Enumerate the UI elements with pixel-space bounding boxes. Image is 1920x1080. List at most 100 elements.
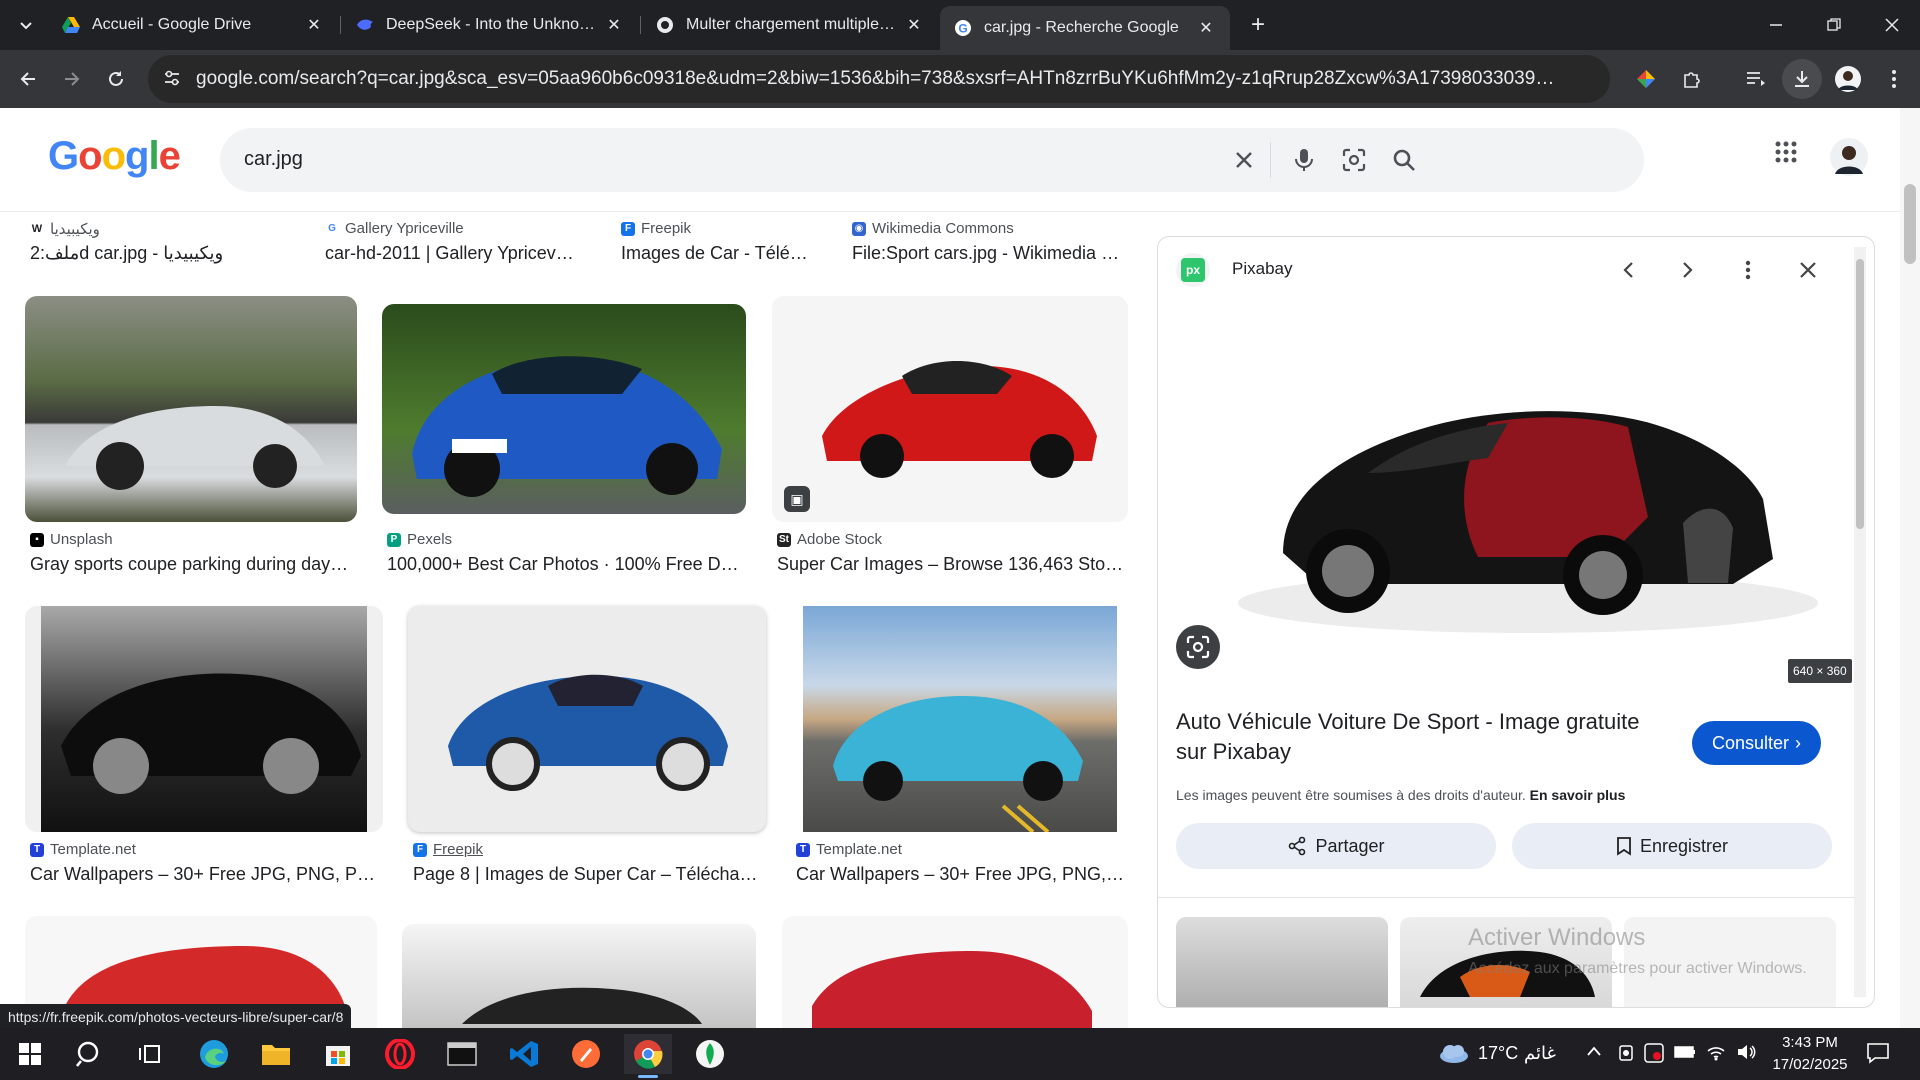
result-title[interactable]: Images de Car - Télé… [621,243,821,264]
share-button[interactable]: Partager [1176,823,1496,869]
result-title[interactable]: Gray sports coupe parking during day… [30,554,360,575]
apps-button[interactable] [1774,140,1798,169]
google-logo[interactable]: Google [48,134,181,179]
taskbar-mongodb[interactable] [686,1034,734,1074]
taskbar-search-button[interactable] [66,1034,114,1074]
result-source[interactable]: St Adobe Stock [777,531,882,548]
new-tab-button[interactable]: + [1238,5,1278,45]
taskbar-chrome[interactable] [624,1034,672,1078]
battery-icon[interactable] [1674,1045,1696,1064]
search-input[interactable]: car.jpg [244,148,303,171]
result-image-lamborghini[interactable]: ▣ [772,296,1128,522]
search-box[interactable]: car.jpg [220,128,1644,192]
weather-icon[interactable] [1438,1042,1470,1069]
forward-button[interactable] [52,59,92,99]
result-title[interactable]: 100,000+ Best Car Photos · 100% Free D… [387,554,744,575]
panel-title[interactable]: Auto Véhicule Voiture De Sport - Image g… [1176,707,1676,767]
page-scrollbar[interactable] [1900,108,1920,1028]
taskbar-store[interactable] [314,1034,362,1074]
lens-search-image-button[interactable] [1176,625,1220,669]
task-view-button[interactable] [126,1034,174,1074]
extension-color-button[interactable] [1626,59,1666,99]
related-image[interactable] [1176,917,1388,1007]
reload-button[interactable] [96,59,136,99]
media-controls-button[interactable] [1736,59,1776,99]
panel-scrollbar[interactable] [1854,247,1866,997]
result-image-mclaren[interactable] [25,296,357,522]
close-tab-icon[interactable]: ✕ [904,15,924,35]
extensions-button[interactable] [1672,59,1712,99]
clear-search-button[interactable] [1224,140,1264,180]
visit-button[interactable]: Consulter › [1692,721,1822,765]
result-title[interactable]: Super Car Images – Browse 136,463 Sto… [777,554,1127,575]
close-panel-button[interactable] [1788,250,1828,290]
taskbar-file-explorer[interactable] [252,1034,300,1074]
site-info-icon[interactable] [162,68,182,94]
taskbar-edge[interactable] [190,1034,238,1074]
result-image-bmw[interactable] [382,304,746,514]
result-image-red-suv[interactable] [782,916,1128,1028]
minimize-button[interactable] [1756,5,1796,45]
result-source[interactable]: T Template.net [796,841,902,858]
result-source[interactable]: F Freepik [621,220,691,237]
result-image-gray-supercar[interactable] [402,924,756,1028]
chevron-up-icon[interactable] [1586,1044,1602,1060]
result-source[interactable]: P Pexels [387,531,452,548]
result-source[interactable]: F Freepik [413,841,483,858]
result-image-blue-coupe[interactable] [408,606,766,832]
save-button[interactable]: Enregistrer [1512,823,1832,869]
preview-image[interactable] [1158,303,1858,683]
defender-tray-icon[interactable] [1644,1043,1664,1068]
close-tab-icon[interactable]: ✕ [1196,18,1216,38]
voice-search-button[interactable] [1284,140,1324,180]
clock-time[interactable]: 3:43 PM [1772,1034,1848,1051]
result-title[interactable]: File:Sport cars.jpg - Wikimedia … [852,243,1124,264]
panel-source-name[interactable]: Pixabay [1232,259,1292,279]
taskbar-postman[interactable] [562,1034,610,1074]
taskbar-opera[interactable] [376,1034,424,1074]
learn-more-link[interactable]: En savoir plus [1530,787,1626,803]
lens-search-button[interactable] [1334,140,1374,180]
result-title[interactable]: ملف:2d car.jpg - ويكيبيديا [30,243,330,264]
result-source[interactable]: W ويكيبيديا [30,220,100,238]
result-title[interactable]: Car Wallpapers – 30+ Free JPG, PNG, P… [30,864,380,885]
tab-google-search[interactable]: G car.jpg - Recherche Google ✕ [940,6,1230,50]
previous-image-button[interactable] [1608,250,1648,290]
tab-deepseek[interactable]: DeepSeek - Into the Unknown ✕ [342,6,638,44]
taskbar-terminal[interactable] [438,1034,486,1074]
search-button[interactable] [1384,140,1424,180]
result-image-porsche[interactable] [791,606,1129,832]
back-button[interactable] [8,59,48,99]
result-title[interactable]: car-hd-2011 | Gallery Ypricev… [325,243,590,264]
profile-button[interactable] [1828,59,1868,99]
result-source[interactable]: T Template.net [30,841,136,858]
tab-google-drive[interactable]: Accueil - Google Drive ✕ [48,6,338,44]
tab-multer[interactable]: Multer chargement multiple im… ✕ [642,6,938,44]
result-title[interactable]: Car Wallpapers – 30+ Free JPG, PNG,… [796,864,1128,885]
result-source[interactable]: ◉ Wikimedia Commons [852,220,1014,237]
close-tab-icon[interactable]: ✕ [604,15,624,35]
clock-date[interactable]: 17/02/2025 [1766,1056,1854,1073]
account-avatar[interactable] [1830,138,1868,181]
address-bar[interactable]: google.com/search?q=car.jpg&sca_esv=05aa… [148,55,1610,103]
more-options-button[interactable] [1728,250,1768,290]
downloads-button[interactable] [1782,59,1822,99]
close-tab-icon[interactable]: ✕ [304,15,324,35]
next-image-button[interactable] [1668,250,1708,290]
result-source[interactable]: G Gallery Ypriceville [325,220,464,237]
weather-text[interactable]: غائم [1524,1043,1556,1064]
result-title[interactable]: Page 8 | Images de Super Car – Télécha… [413,864,765,885]
close-window-button[interactable] [1872,5,1912,45]
browser-menu-button[interactable] [1874,59,1914,99]
start-button[interactable] [6,1034,54,1074]
notification-center-button[interactable] [1866,1042,1890,1069]
taskbar-vscode[interactable] [500,1034,548,1074]
tab-search-button[interactable] [6,5,46,45]
result-image-black-car[interactable] [25,606,383,832]
weather-temp[interactable]: 17°C [1478,1043,1518,1064]
volume-icon[interactable] [1736,1043,1756,1066]
camera-tray-icon[interactable] [1618,1044,1634,1067]
restore-button[interactable] [1814,5,1854,45]
result-source[interactable]: ▪ Unsplash [30,531,113,548]
wifi-icon[interactable] [1706,1043,1726,1066]
